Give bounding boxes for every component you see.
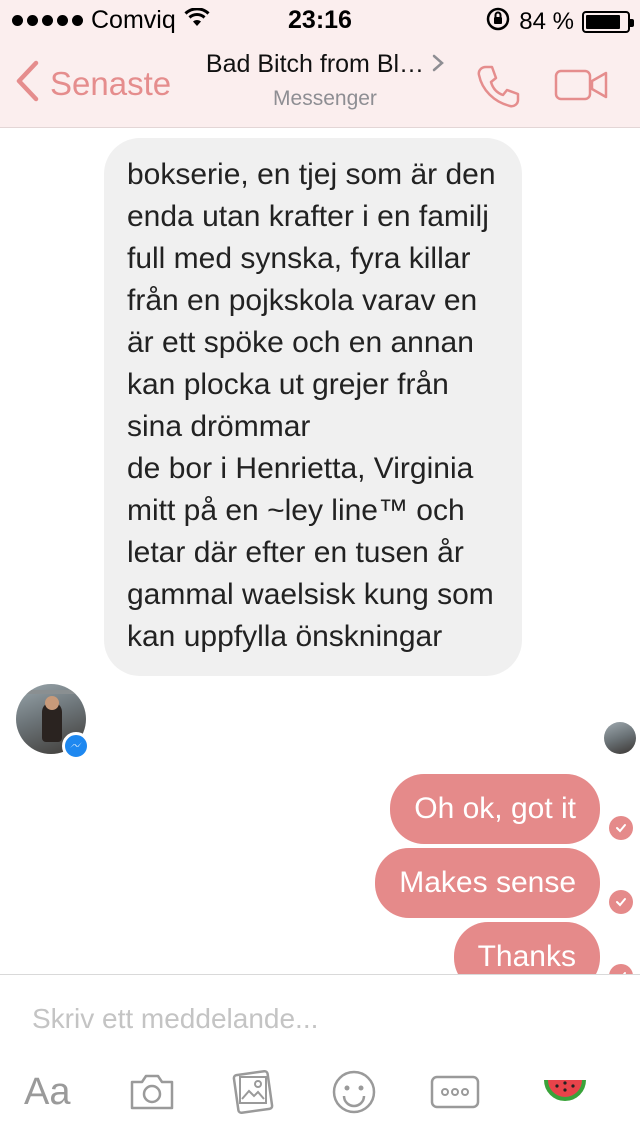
messenger-badge-icon [62, 732, 90, 760]
back-label: Senaste [50, 64, 172, 102]
photo-gallery-icon[interactable] [230, 1067, 276, 1117]
outgoing-message-bubble[interactable]: Oh ok, got it [390, 774, 600, 844]
phone-icon[interactable] [474, 62, 522, 115]
delivered-check-icon [609, 890, 633, 914]
chevron-left-icon [14, 60, 40, 107]
more-icon[interactable] [430, 1067, 480, 1117]
delivered-check-icon [609, 816, 633, 840]
conversation-title-button[interactable]: Bad Bitch from Bl… Messenger [190, 50, 460, 111]
message-input[interactable] [32, 997, 612, 1041]
emoji-icon[interactable] [330, 1067, 378, 1117]
text-format-icon[interactable]: Aa [24, 1067, 70, 1117]
back-button[interactable]: Senaste [14, 60, 171, 107]
outgoing-message-bubble[interactable]: Makes sense [375, 848, 600, 918]
outgoing-message-bubble[interactable]: Thanks [453, 922, 600, 974]
status-right: 84 % [485, 6, 634, 37]
video-camera-icon[interactable] [554, 68, 610, 107]
watermelon-icon[interactable] [544, 1067, 586, 1117]
seen-indicator-avatar [604, 722, 636, 754]
status-bar: Comviq 23:16 84 % [0, 0, 640, 40]
conversation-title-text: Bad Bitch from Bl… [205, 50, 425, 78]
message-list[interactable]: bokserie, en tjej som är den enda utan k… [0, 128, 640, 974]
navigation-bar: Senaste Bad Bitch from Bl… Messenger [0, 40, 640, 128]
composer-toolbar: Aa [0, 1067, 640, 1117]
incoming-message-bubble[interactable]: bokserie, en tjej som är den enda utan k… [104, 138, 522, 676]
camera-icon[interactable] [128, 1067, 176, 1117]
delivered-check-icon [609, 964, 633, 974]
conversation-subtitle: Messenger [273, 87, 377, 110]
battery-icon [582, 10, 634, 33]
orientation-lock-icon [485, 6, 511, 37]
message-composer: Aa [0, 974, 640, 1136]
battery-percentage: 84 % [519, 7, 574, 35]
chevron-right-icon [432, 50, 444, 79]
conversation-title: Bad Bitch from Bl… [190, 50, 460, 79]
